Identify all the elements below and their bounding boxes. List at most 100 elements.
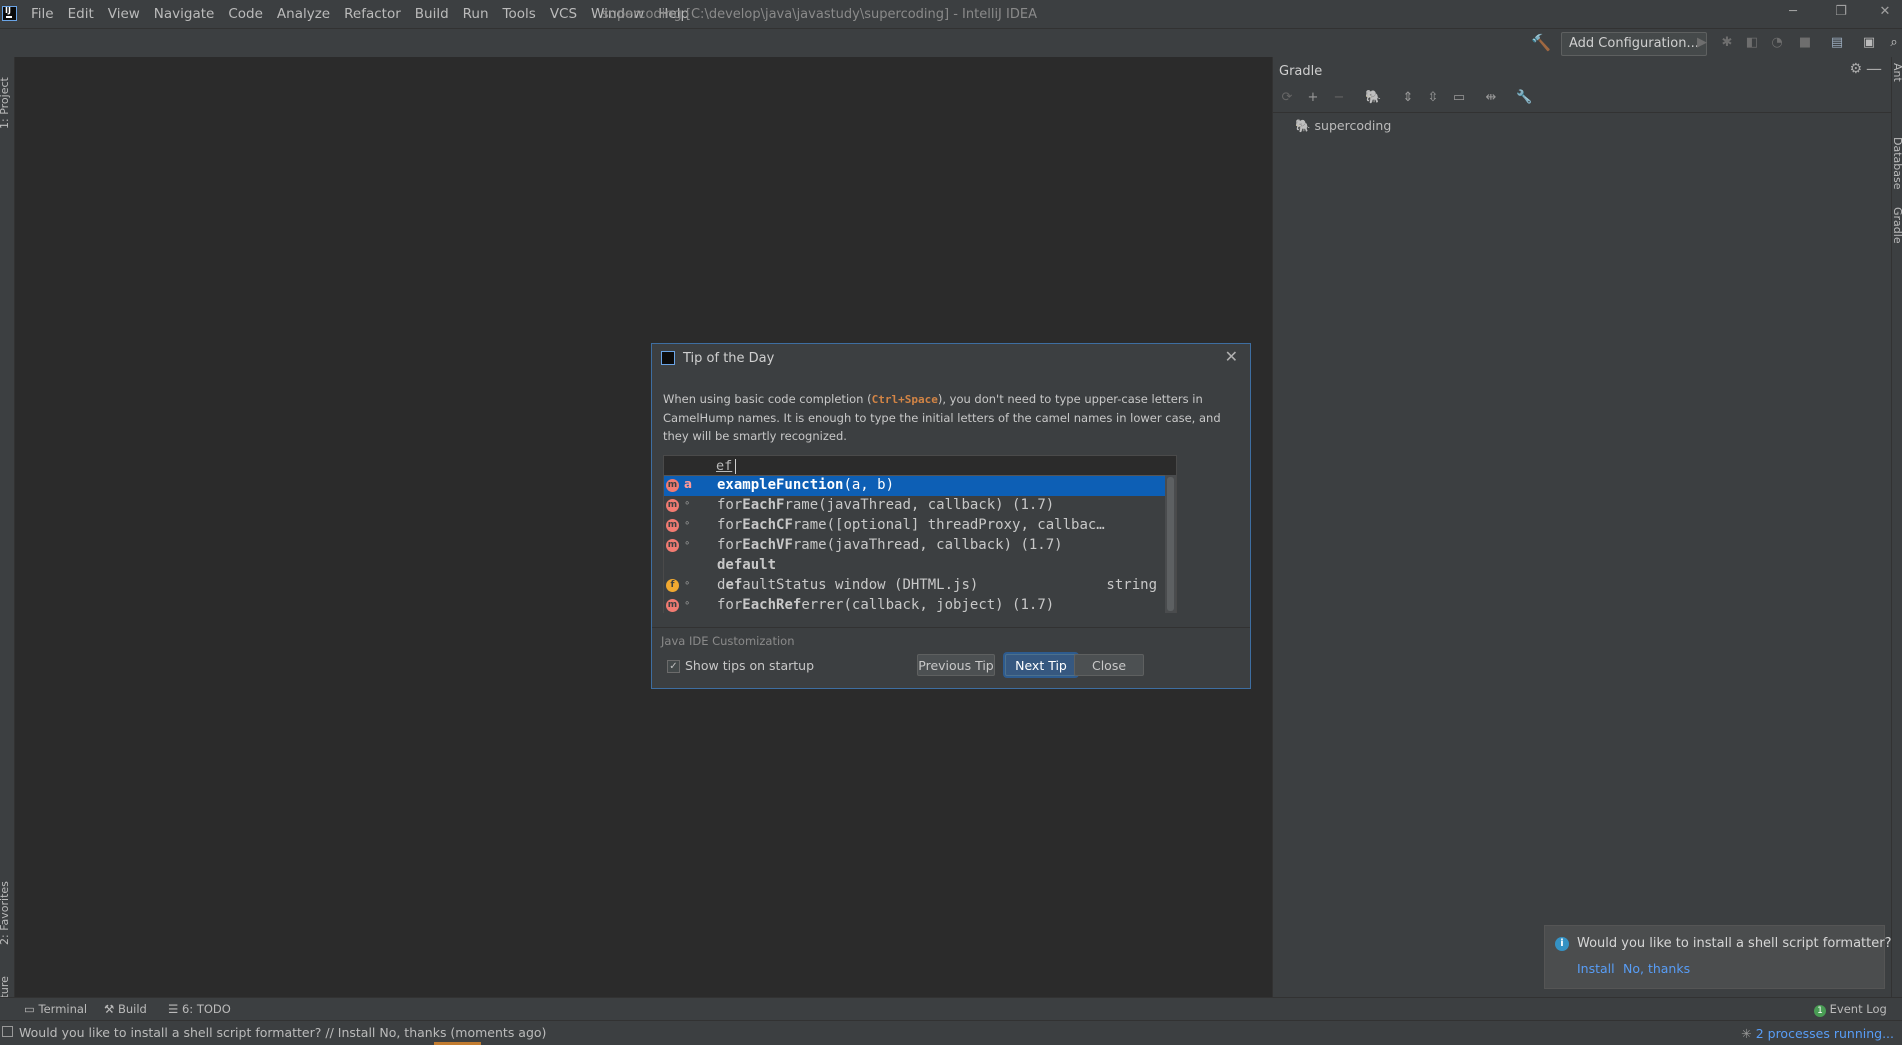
main-menu: File Edit View Navigate Code Analyze Ref… [24, 0, 696, 28]
refresh-icon[interactable]: ⟳ [1279, 90, 1295, 106]
gradle-panel-title: Gradle [1279, 64, 1323, 79]
completion-text: forEachReferrer(callback, jobject) (1.7) [717, 597, 1055, 613]
menu-code[interactable]: Code [221, 6, 270, 22]
menu-refactor[interactable]: Refactor [337, 6, 408, 22]
collapse-all-icon[interactable]: ⇳ [1425, 90, 1441, 106]
scrollbar-thumb[interactable] [1167, 477, 1174, 611]
visibility-icon: ∘ [684, 518, 691, 529]
minimize-button[interactable]: ─ [1770, 4, 1816, 24]
spinner-icon: ✳ [1741, 1026, 1756, 1041]
status-message[interactable]: Would you like to install a shell script… [19, 1025, 546, 1040]
notification-balloon: i Would you like to install a shell scri… [1544, 925, 1891, 989]
terminal-icon: ▭ [24, 1002, 39, 1016]
method-icon: m [666, 499, 679, 512]
run-icon[interactable]: ▶ [1694, 35, 1710, 51]
hide-panel-icon[interactable]: — [1866, 59, 1882, 78]
offline-icon[interactable]: ⇹ [1483, 90, 1499, 106]
tab-project[interactable]: 1: Project [0, 77, 11, 129]
link-icon[interactable]: ▭ [1451, 90, 1467, 106]
stop-icon[interactable]: ■ [1797, 35, 1813, 51]
close-window-button[interactable]: ✕ [1862, 4, 1902, 24]
completion-item[interactable]: m ∘ forEachVFrame(javaThread, callback) (1… [664, 536, 1165, 556]
menu-run[interactable]: Run [456, 6, 496, 22]
panel-toggle-icon[interactable] [2, 1026, 13, 1037]
remove-icon[interactable]: − [1331, 90, 1347, 106]
sdk-icon[interactable]: ▣ [1861, 35, 1877, 51]
info-icon: i [1555, 937, 1569, 951]
install-link[interactable]: Install [1577, 961, 1615, 976]
visibility-icon: ∘ [684, 598, 691, 609]
hammer-icon[interactable]: 🔨 [1531, 33, 1551, 52]
tip-of-the-day-dialog: Tip of the Day ✕ When using basic code c… [651, 343, 1251, 689]
text-caret [735, 459, 736, 474]
completion-item[interactable]: default [664, 556, 1165, 576]
menu-tools[interactable]: Tools [496, 6, 543, 22]
tab-database[interactable]: Database [1891, 137, 1902, 190]
notification-text: Would you like to install a shell script… [1577, 936, 1892, 951]
previous-tip-button[interactable]: Previous Tip [917, 654, 995, 676]
completion-item[interactable]: m ∘ forEachReferrer(callback, jobject) (1.… [664, 596, 1165, 616]
shortcut-label: Ctrl+Space [871, 393, 938, 406]
debug-icon[interactable]: ✱ [1719, 35, 1735, 51]
visibility-icon: ∘ [684, 578, 691, 589]
close-button[interactable]: Close [1074, 654, 1144, 676]
completion-item[interactable]: m ∘ forEachCFrame([optional] threadProxy, … [664, 516, 1165, 536]
tab-terminal[interactable]: ▭ Terminal [24, 1002, 87, 1016]
no-thanks-link[interactable]: No, thanks [1623, 961, 1690, 976]
completion-text: default [717, 557, 777, 573]
gear-icon[interactable]: ⚙ [1849, 61, 1862, 77]
menu-file[interactable]: File [24, 6, 61, 22]
intellij-logo-icon [661, 351, 675, 365]
completion-text: forEachCFrame([optional] threadProxy, ca… [717, 517, 1105, 533]
background-processes[interactable]: ✳ 2 processes running... [1741, 1026, 1894, 1041]
completion-popup: m a exampleFunction(a, b) m ∘ forEachFrame(ja… [664, 475, 1165, 614]
main-toolbar: 🔨 Add Configuration... ▶ ✱ ◧ ◔ ■ ▤ ▣ ⌕ [0, 29, 1902, 58]
tab-favorites[interactable]: 2: Favorites [0, 881, 11, 945]
tab-build[interactable]: ⚒ Build [104, 1002, 147, 1016]
code-input-text: ef [716, 458, 733, 474]
visibility-icon: ∘ [684, 498, 691, 509]
coverage-icon[interactable]: ◧ [1744, 35, 1760, 51]
completion-text: forEachVFrame(javaThread, callback) (1.7… [717, 537, 1063, 553]
tab-ant[interactable]: Ant [1891, 63, 1902, 82]
tab-gradle[interactable]: Gradle [1891, 207, 1902, 244]
menu-view[interactable]: View [101, 6, 147, 22]
search-icon[interactable]: ⌕ [1886, 35, 1902, 51]
status-bar: Would you like to install a shell script… [0, 1020, 1902, 1045]
completion-text: exampleFunction(a, b) [717, 477, 895, 493]
menu-vcs[interactable]: VCS [543, 6, 584, 22]
completion-item[interactable]: f ∘ defaultStatus window (DHTML.js) string [664, 576, 1165, 596]
window-title: supercoding [C:\develop\java\javastudy\s… [602, 7, 1037, 22]
left-tool-stripe: 1: Project 2: Favorites Z: Structure [0, 57, 15, 1042]
next-tip-button[interactable]: Next Tip [1005, 654, 1077, 676]
menu-build[interactable]: Build [408, 6, 456, 22]
dialog-title: Tip of the Day [683, 351, 775, 366]
code-example: ef m a exampleFunction(a, b) m ∘ forEachFrame… [663, 455, 1177, 614]
menu-analyze[interactable]: Analyze [270, 6, 337, 22]
show-tips-label[interactable]: Show tips on startup [685, 658, 814, 673]
profile-icon[interactable]: ◔ [1769, 35, 1785, 51]
gradle-project-node[interactable]: 🐘 supercoding [1295, 118, 1391, 134]
add-icon[interactable]: + [1305, 90, 1321, 106]
method-icon: m [666, 519, 679, 532]
field-icon: f [666, 579, 679, 592]
tab-todo[interactable]: ☰ 6: TODO [168, 1002, 231, 1016]
menu-navigate[interactable]: Navigate [147, 6, 222, 22]
expand-all-icon[interactable]: ⇕ [1400, 90, 1416, 106]
tip-text: When using basic code completion (Ctrl+S… [663, 392, 1221, 443]
menu-edit[interactable]: Edit [61, 6, 101, 22]
event-count-badge: 1 [1814, 1005, 1826, 1017]
project-structure-icon[interactable]: ▤ [1829, 35, 1845, 51]
bottom-tool-stripe: ▭ Terminal ⚒ Build ☰ 6: TODO 1 Event Log [0, 997, 1902, 1020]
tab-event-log[interactable]: 1 Event Log [1814, 1002, 1887, 1017]
show-tips-checkbox[interactable]: ✓ [667, 660, 680, 673]
restore-button[interactable]: ❐ [1818, 4, 1864, 24]
wrench-icon[interactable]: 🔧 [1516, 90, 1532, 106]
elephant-icon[interactable]: 🐘 [1365, 90, 1381, 106]
divider [652, 627, 1250, 628]
completion-item[interactable]: m a exampleFunction(a, b) [664, 476, 1165, 496]
close-icon[interactable]: ✕ [1225, 347, 1238, 366]
add-configuration-button[interactable]: Add Configuration... [1561, 32, 1707, 56]
list-icon: ☰ [168, 1002, 182, 1016]
completion-item[interactable]: m ∘ forEachFrame(javaThread, callback) (1.… [664, 496, 1165, 516]
